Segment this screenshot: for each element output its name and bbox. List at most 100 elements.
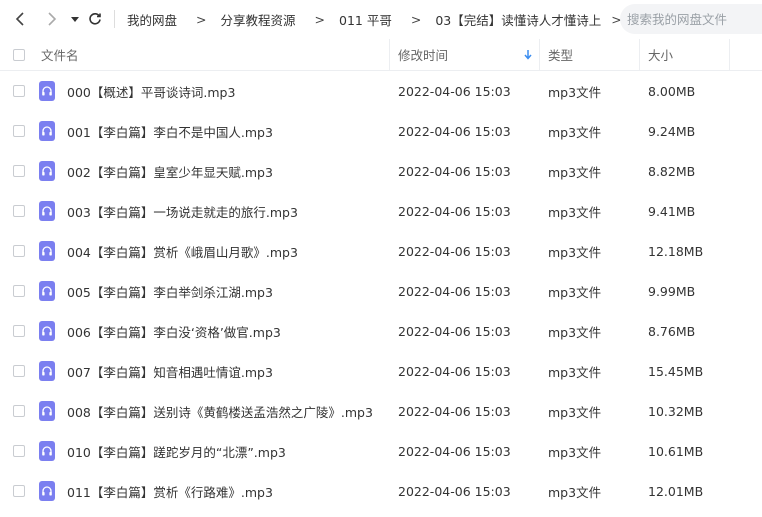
file-type: mp3文件 xyxy=(548,84,602,100)
file-icon-cell xyxy=(39,111,55,151)
row-checkbox[interactable] xyxy=(13,405,25,417)
file-row[interactable]: 005【李白篇】李白举剑杀江湖.mp3 2022-04-06 15:03 mp3… xyxy=(0,271,762,311)
file-row[interactable]: 008【李白篇】送别诗《黄鹤楼送孟浩然之广陵》.mp3 2022-04-06 1… xyxy=(0,391,762,431)
file-modified: 2022-04-06 15:03 xyxy=(398,283,511,299)
select-all-cell xyxy=(13,39,25,70)
file-name[interactable]: 006【李白篇】李白没‘资格’做官.mp3 xyxy=(67,311,281,351)
file-modified: 2022-04-06 15:03 xyxy=(398,403,511,419)
file-row[interactable]: 006【李白篇】李白没‘资格’做官.mp3 2022-04-06 15:03 m… xyxy=(0,311,762,351)
breadcrumb-item-current[interactable]: 03【完结】读懂诗人才懂诗上 xyxy=(435,10,601,29)
file-icon-cell xyxy=(39,351,55,391)
column-header-type[interactable]: 类型 xyxy=(548,39,573,70)
file-icon-cell xyxy=(39,151,55,191)
file-name[interactable]: 007【李白篇】知音相遇吐情谊.mp3 xyxy=(67,351,273,391)
column-header-modified-label: 修改时间 xyxy=(398,48,449,63)
row-checkbox[interactable] xyxy=(13,245,25,257)
file-modified: 2022-04-06 15:03 xyxy=(398,123,511,139)
file-size: 8.82MB xyxy=(648,163,696,179)
back-button[interactable] xyxy=(11,9,31,29)
file-row[interactable]: 002【李白篇】皇室少年显天赋.mp3 2022-04-06 15:03 mp3… xyxy=(0,151,762,191)
file-row[interactable]: 011【李白篇】赏析《行路难》.mp3 2022-04-06 15:03 mp3… xyxy=(0,471,762,511)
column-header-size[interactable]: 大小 xyxy=(648,39,673,70)
breadcrumb-item-root[interactable]: 我的网盘 xyxy=(127,10,177,29)
file-icon-cell xyxy=(39,71,55,111)
column-divider xyxy=(729,39,730,70)
file-size: 9.99MB xyxy=(648,283,696,299)
row-checkbox-cell xyxy=(13,191,25,231)
file-icon-cell xyxy=(39,271,55,311)
chevron-left-icon xyxy=(15,12,24,26)
row-checkbox-cell xyxy=(13,111,25,151)
file-icon-cell xyxy=(39,191,55,231)
row-checkbox[interactable] xyxy=(13,285,25,297)
file-row[interactable]: 007【李白篇】知音相遇吐情谊.mp3 2022-04-06 15:03 mp3… xyxy=(0,351,762,391)
audio-file-icon xyxy=(39,201,55,221)
refresh-icon xyxy=(89,12,101,25)
file-name[interactable]: 003【李白篇】一场说走就走的旅行.mp3 xyxy=(67,191,298,231)
file-type: mp3文件 xyxy=(548,324,602,340)
audio-file-icon xyxy=(39,441,55,461)
forward-button[interactable] xyxy=(41,9,61,29)
file-type: mp3文件 xyxy=(548,484,602,500)
file-modified: 2022-04-06 15:03 xyxy=(398,323,511,339)
audio-file-icon xyxy=(39,121,55,141)
row-checkbox[interactable] xyxy=(13,125,25,137)
file-name[interactable]: 004【李白篇】赏析《峨眉山月歌》.mp3 xyxy=(67,231,298,271)
file-row[interactable]: 004【李白篇】赏析《峨眉山月歌》.mp3 2022-04-06 15:03 m… xyxy=(0,231,762,271)
row-checkbox-cell xyxy=(13,151,25,191)
audio-file-icon xyxy=(39,361,55,381)
file-name[interactable]: 001【李白篇】李白不是中国人.mp3 xyxy=(67,111,273,151)
file-size: 9.41MB xyxy=(648,203,696,219)
file-modified: 2022-04-06 15:03 xyxy=(398,443,511,459)
column-header-modified[interactable]: 修改时间 xyxy=(398,39,538,70)
search-input[interactable] xyxy=(625,10,759,28)
file-modified: 2022-04-06 15:03 xyxy=(398,243,511,259)
file-type: mp3文件 xyxy=(548,284,602,300)
audio-file-icon xyxy=(39,81,55,101)
audio-file-icon xyxy=(39,161,55,181)
file-name[interactable]: 000【概述】平哥谈诗词.mp3 xyxy=(67,71,235,111)
row-checkbox[interactable] xyxy=(13,85,25,97)
file-name[interactable]: 002【李白篇】皇室少年显天赋.mp3 xyxy=(67,151,273,191)
breadcrumb-item-share[interactable]: 分享教程资源 xyxy=(221,10,296,29)
row-checkbox-cell xyxy=(13,271,25,311)
breadcrumb-item-pingge[interactable]: 011 平哥 xyxy=(339,10,392,29)
file-type: mp3文件 xyxy=(548,164,602,180)
file-list-header: 文件名 修改时间 类型 大小 xyxy=(0,39,762,71)
row-checkbox[interactable] xyxy=(13,325,25,337)
row-checkbox[interactable] xyxy=(13,445,25,457)
history-dropdown-button[interactable] xyxy=(65,9,85,29)
column-divider xyxy=(539,39,540,70)
row-checkbox-cell xyxy=(13,391,25,431)
file-modified: 2022-04-06 15:03 xyxy=(398,483,511,499)
column-header-name[interactable]: 文件名 xyxy=(41,39,79,70)
breadcrumb: 我的网盘 > 分享教程资源 > 011 平哥 > 03【完结】读懂诗人才懂诗上 … xyxy=(127,0,636,38)
file-list: 000【概述】平哥谈诗词.mp3 2022-04-06 15:03 mp3文件 … xyxy=(0,71,762,511)
select-all-checkbox[interactable] xyxy=(13,48,25,61)
toolbar-divider xyxy=(114,10,115,28)
chevron-right-icon xyxy=(48,12,57,26)
file-row[interactable]: 001【李白篇】李白不是中国人.mp3 2022-04-06 15:03 mp3… xyxy=(0,111,762,151)
refresh-button[interactable] xyxy=(85,9,105,29)
file-size: 12.01MB xyxy=(648,483,704,499)
file-row[interactable]: 000【概述】平哥谈诗词.mp3 2022-04-06 15:03 mp3文件 … xyxy=(0,71,762,111)
file-row[interactable]: 010【李白篇】蹉跎岁月的“北漂”.mp3 2022-04-06 15:03 m… xyxy=(0,431,762,471)
row-checkbox-cell xyxy=(13,71,25,111)
audio-file-icon xyxy=(39,401,55,421)
file-name[interactable]: 011【李白篇】赏析《行路难》.mp3 xyxy=(67,471,273,511)
file-row[interactable]: 003【李白篇】一场说走就走的旅行.mp3 2022-04-06 15:03 m… xyxy=(0,191,762,231)
file-modified: 2022-04-06 15:03 xyxy=(398,83,511,99)
file-icon-cell xyxy=(39,311,55,351)
file-type: mp3文件 xyxy=(548,204,602,220)
row-checkbox[interactable] xyxy=(13,165,25,177)
row-checkbox[interactable] xyxy=(13,365,25,377)
row-checkbox[interactable] xyxy=(13,485,25,497)
file-size: 8.00MB xyxy=(648,83,696,99)
row-checkbox[interactable] xyxy=(13,205,25,217)
file-name[interactable]: 008【李白篇】送别诗《黄鹤楼送孟浩然之广陵》.mp3 xyxy=(67,391,373,431)
toolbar: 我的网盘 > 分享教程资源 > 011 平哥 > 03【完结】读懂诗人才懂诗上 … xyxy=(0,0,762,38)
file-name[interactable]: 005【李白篇】李白举剑杀江湖.mp3 xyxy=(67,271,273,311)
file-type: mp3文件 xyxy=(548,244,602,260)
row-checkbox-cell xyxy=(13,231,25,271)
file-name[interactable]: 010【李白篇】蹉跎岁月的“北漂”.mp3 xyxy=(67,431,286,471)
